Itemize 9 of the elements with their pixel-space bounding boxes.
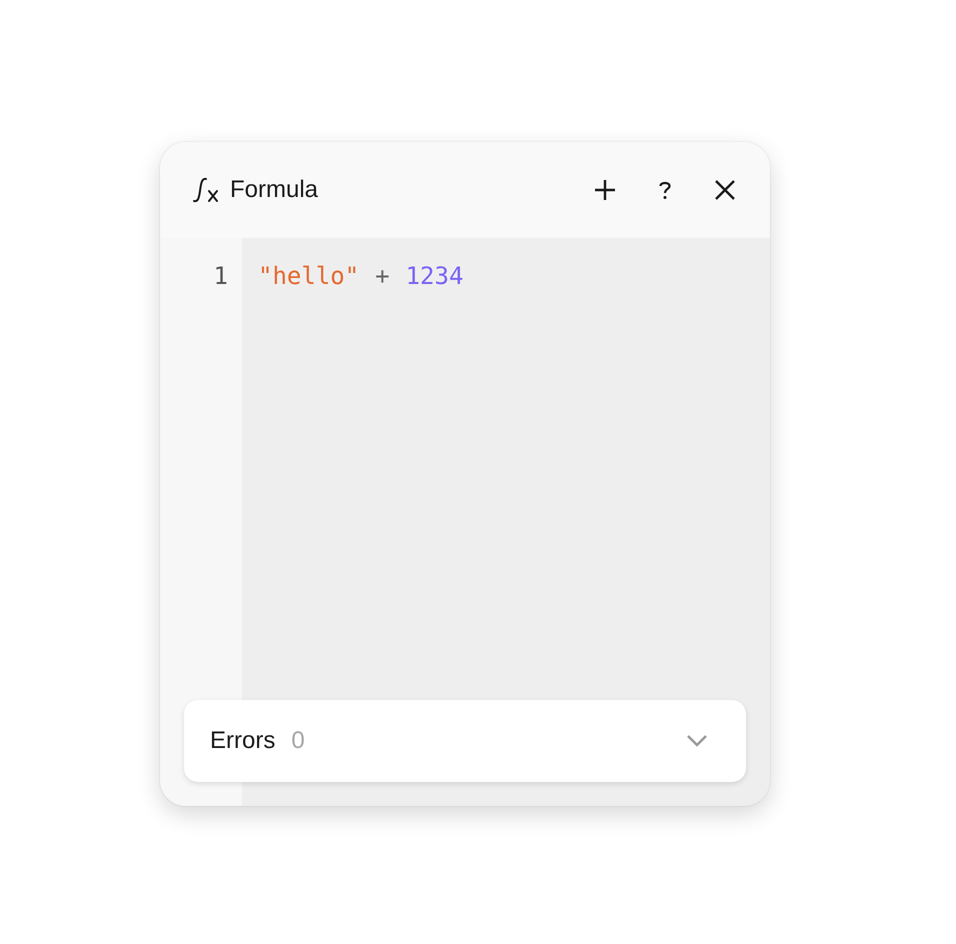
- question-mark-icon: [658, 180, 672, 200]
- panel-title: Formula: [230, 176, 320, 204]
- code-token: +: [375, 261, 390, 292]
- errors-panel[interactable]: Errors 0: [184, 700, 746, 782]
- code-token: "hello": [258, 261, 360, 292]
- plus-icon: [593, 178, 617, 202]
- code-token: 1234: [406, 261, 464, 292]
- close-icon: [714, 179, 736, 201]
- line-number: 1: [214, 261, 228, 292]
